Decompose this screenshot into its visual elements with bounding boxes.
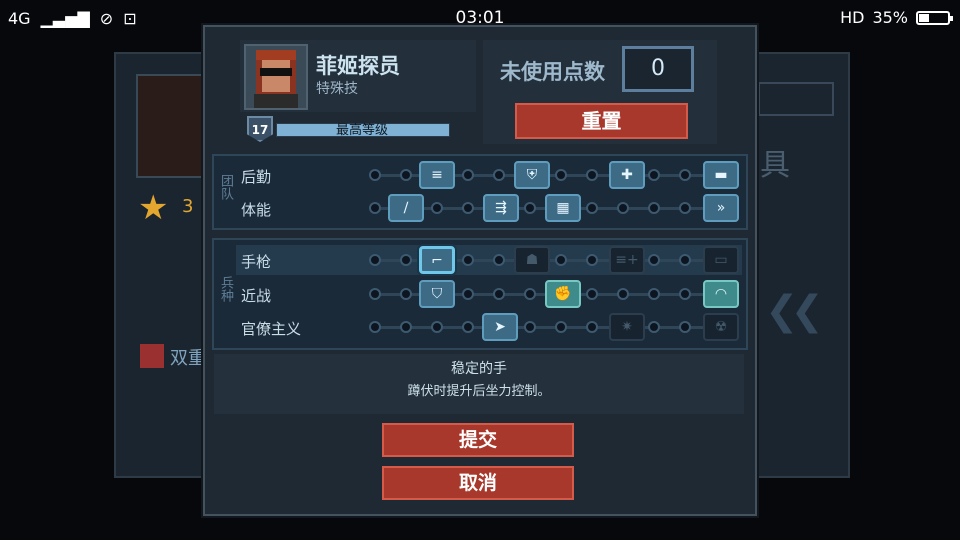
star-icon: ★ xyxy=(138,188,169,228)
sprint-icon[interactable]: » xyxy=(703,194,739,222)
character-name: 菲姬探员 xyxy=(316,54,400,78)
skill-track-dot xyxy=(586,288,598,300)
skill-track-dot xyxy=(493,169,505,181)
skill-track-dot xyxy=(369,321,381,333)
skill-track-dot xyxy=(524,321,536,333)
unused-points-value: 0 xyxy=(622,46,694,92)
skill-track-dot xyxy=(400,288,412,300)
skill-track-dot xyxy=(369,254,381,266)
knuckles-icon[interactable]: ✊ xyxy=(545,280,581,308)
skill-row-label: 后勤 xyxy=(241,168,272,186)
gear-icon[interactable]: ✷ xyxy=(609,313,645,341)
skill-track-dot xyxy=(648,288,660,300)
skill-track-dot xyxy=(586,169,598,181)
skill-track-dot xyxy=(369,169,381,181)
double-chevron-icon: ❮❮ xyxy=(765,288,824,334)
submit-button[interactable]: 提交 xyxy=(382,423,574,457)
battery-fill xyxy=(919,13,929,22)
character-portrait xyxy=(244,44,308,110)
skill-track-dot xyxy=(400,254,412,266)
bed-icon[interactable]: ▬ xyxy=(703,161,739,189)
battery-percent: 35% xyxy=(872,8,908,27)
character-class: 特殊技 xyxy=(316,81,358,97)
skill-track-dot xyxy=(462,321,474,333)
background-field xyxy=(758,82,834,116)
skill-track-dot xyxy=(648,321,660,333)
skill-track-dot xyxy=(679,202,691,214)
background-star-count: 3 xyxy=(182,196,194,217)
hd-indicator: HD xyxy=(840,8,865,27)
battery-icon xyxy=(916,10,953,25)
skill-track-dot xyxy=(679,288,691,300)
skill-track-dot xyxy=(555,254,567,266)
skill-track-dot xyxy=(462,288,474,300)
gas-mask-icon[interactable]: ☢ xyxy=(703,313,739,341)
skill-track-dot xyxy=(648,202,660,214)
bullet-icon[interactable]: ▭ xyxy=(703,246,739,274)
helmet-icon[interactable]: ◠ xyxy=(703,280,739,308)
skill-track-dot xyxy=(555,321,567,333)
reset-button[interactable]: 重置 xyxy=(515,103,688,139)
skill-track-dot xyxy=(648,254,660,266)
skill-track-dot xyxy=(648,169,660,181)
team-section xyxy=(212,154,748,230)
background-portrait xyxy=(136,74,204,178)
skill-track-dot xyxy=(617,288,629,300)
background-right-text: 具 xyxy=(760,148,790,183)
skill-track-dot xyxy=(617,202,629,214)
skill-track-dot xyxy=(679,254,691,266)
skill-track-dot xyxy=(493,288,505,300)
skill-track-dot xyxy=(462,254,474,266)
crate-icon[interactable]: ▦ xyxy=(545,194,581,222)
background-item-text: 双重 xyxy=(170,348,206,369)
skill-track-dot xyxy=(400,321,412,333)
cancel-button[interactable]: 取消 xyxy=(382,466,574,500)
skill-track-dot xyxy=(431,321,443,333)
unused-points-label: 未使用点数 xyxy=(500,60,605,84)
skill-track-dot xyxy=(462,202,474,214)
skill-track-dot xyxy=(586,321,598,333)
shield-plus-icon[interactable]: ⛨ xyxy=(514,161,550,189)
skill-track-dot xyxy=(555,169,567,181)
mag-plus-icon[interactable]: ≡+ xyxy=(609,246,645,274)
skill-track-dot xyxy=(524,288,536,300)
skill-track-dot xyxy=(586,202,598,214)
skill-track-dot xyxy=(462,169,474,181)
weapon-section-label: 兵种 xyxy=(218,276,233,302)
character-mini-icon xyxy=(140,344,164,368)
skill-row-label: 手枪 xyxy=(241,253,272,271)
pistol-aim-icon[interactable]: ⌐ xyxy=(419,246,455,274)
boot-icon[interactable]: ⇶ xyxy=(483,194,519,222)
skill-track-dot xyxy=(400,169,412,181)
soldier-icon[interactable]: ☗ xyxy=(514,246,550,274)
arrow-tag-icon[interactable]: ➤ xyxy=(482,313,518,341)
skill-track-dot xyxy=(493,254,505,266)
skill-track-dot xyxy=(524,202,536,214)
knife-icon[interactable]: ∕ xyxy=(388,194,424,222)
xp-label: 最高等级 xyxy=(335,123,388,138)
skill-track-dot xyxy=(679,321,691,333)
shield-icon[interactable]: ⛉ xyxy=(419,280,455,308)
ammo-belt-icon[interactable]: ≡ xyxy=(419,161,455,189)
skill-row-label: 体能 xyxy=(241,201,272,219)
skill-row-label: 近战 xyxy=(241,287,272,305)
skill-description: 蹲伏时提升后坐力控制。 xyxy=(407,384,551,399)
team-section-label: 团队 xyxy=(218,174,233,200)
skill-track-dot xyxy=(369,288,381,300)
skill-title: 稳定的手 xyxy=(451,361,507,377)
skill-track-dot xyxy=(679,169,691,181)
medkit-icon[interactable]: ✚ xyxy=(609,161,645,189)
skill-row-label: 官僚主义 xyxy=(241,320,302,338)
skill-track-dot xyxy=(431,202,443,214)
skill-track-dot xyxy=(369,202,381,214)
skill-track-dot xyxy=(586,254,598,266)
